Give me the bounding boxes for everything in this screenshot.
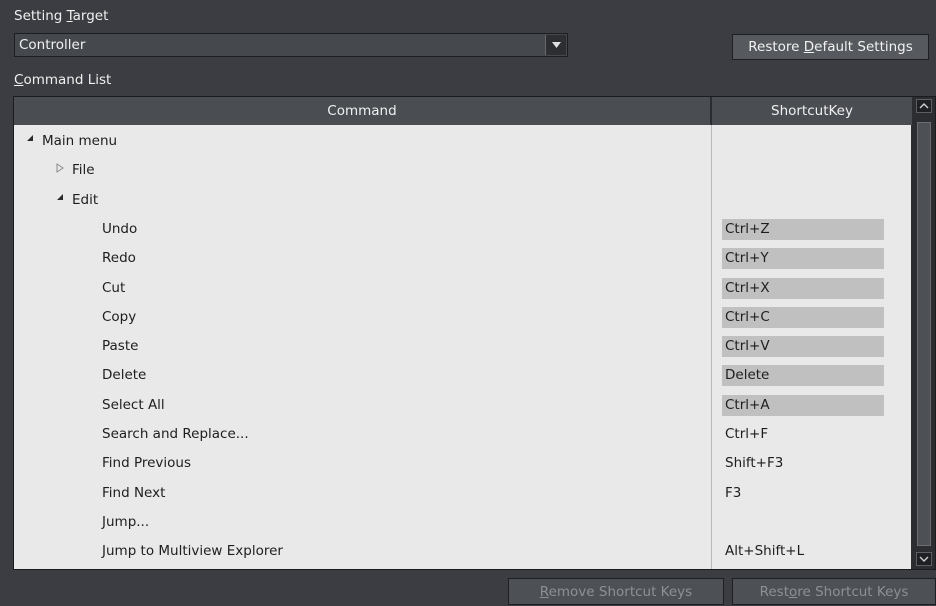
command-name: Find Next <box>102 484 166 501</box>
command-name: Jump to Multiview Explorer <box>102 543 283 560</box>
tree-row[interactable]: Jump to Multiview Explorer Alt+Shift+L <box>14 537 911 566</box>
shortcut-key-cell[interactable] <box>722 131 884 152</box>
tree-row[interactable]: Edit <box>14 186 911 215</box>
command-name: Copy <box>102 308 137 325</box>
shortcut-key-cell[interactable] <box>722 190 884 211</box>
shortcut-key-cell[interactable]: F3 <box>722 483 884 504</box>
shortcut-key-cell[interactable]: Alt+Shift+L <box>722 541 884 562</box>
tree-row[interactable]: Jump... <box>14 508 911 537</box>
restore-shortcut-keys-button[interactable]: Restore Shortcut Keys <box>732 578 936 605</box>
scrollbar-thumb[interactable] <box>917 122 931 546</box>
triangle-expanded-icon[interactable] <box>56 193 64 204</box>
setting-target-dropdown[interactable]: Controller <box>14 33 568 57</box>
command-name: Cut <box>102 279 126 296</box>
tree-row[interactable]: Search and Replace... Ctrl+F <box>14 420 911 449</box>
tree-row[interactable]: Redo Ctrl+Y <box>14 244 911 273</box>
restore-default-settings-button[interactable]: Restore Default Settings <box>732 34 929 60</box>
setting-target-label: Setting Target <box>14 8 109 24</box>
tree-row[interactable]: Main menu <box>14 127 911 156</box>
command-name: Find Previous <box>102 455 192 472</box>
tree-row[interactable]: Paste Ctrl+V <box>14 332 911 361</box>
command-name: Edit <box>72 191 99 208</box>
dropdown-arrow-icon[interactable] <box>545 35 566 55</box>
tree-row[interactable]: Copy Ctrl+C <box>14 303 911 332</box>
tree-row[interactable]: Undo Ctrl+Z <box>14 215 911 244</box>
tree-row[interactable]: Find Previous Shift+F3 <box>14 449 911 478</box>
shortcut-key-cell[interactable]: Shift+F3 <box>722 453 884 474</box>
shortcut-key-cell[interactable]: Ctrl+F <box>722 424 884 445</box>
setting-target-value: Controller <box>19 37 86 53</box>
shortcut-key-cell[interactable]: Ctrl+X <box>722 277 884 299</box>
remove-shortcut-keys-button[interactable]: Remove Shortcut Keys <box>508 578 724 605</box>
shortcut-key-cell[interactable]: Ctrl+Z <box>722 218 884 240</box>
tree-row[interactable]: File <box>14 156 911 185</box>
scroll-down-icon[interactable] <box>916 552 932 566</box>
shortcut-key-cell[interactable]: Ctrl+C <box>722 306 884 328</box>
command-name: File <box>72 162 95 179</box>
shortcut-key-cell[interactable]: Delete <box>722 365 884 387</box>
triangle-expanded-icon[interactable] <box>26 134 34 145</box>
tree-row[interactable]: Find Next F3 <box>14 479 911 508</box>
scroll-up-icon[interactable] <box>916 99 932 113</box>
vertical-scrollbar[interactable] <box>913 97 935 569</box>
command-name: Delete <box>102 367 147 384</box>
command-name: Undo <box>102 220 138 237</box>
column-header-command[interactable]: Command <box>14 97 711 125</box>
shortcut-key-cell[interactable]: Ctrl+A <box>722 394 884 416</box>
shortcut-key-cell[interactable]: Ctrl+V <box>722 336 884 358</box>
command-name: Select All <box>102 396 165 413</box>
command-list-grid[interactable]: Command ShortcutKey Main menu File Edit Und… <box>13 96 936 570</box>
column-header-shortcutkey[interactable]: ShortcutKey <box>712 97 912 125</box>
command-list-label: Command List <box>14 72 112 88</box>
command-name: Search and Replace... <box>102 426 249 442</box>
triangle-collapsed-icon[interactable] <box>56 163 64 176</box>
shortcut-key-cell[interactable]: Ctrl+Y <box>722 248 884 270</box>
shortcut-key-cell[interactable] <box>722 512 884 533</box>
command-name: Paste <box>102 338 139 355</box>
shortcut-key-cell[interactable] <box>722 160 884 181</box>
command-name: Redo <box>102 250 136 267</box>
tree-row[interactable]: Cut Ctrl+X <box>14 274 911 303</box>
tree-row[interactable]: Delete Delete <box>14 361 911 390</box>
command-name: Main menu <box>42 133 118 149</box>
tree-row[interactable]: Select All Ctrl+A <box>14 391 911 420</box>
command-name: Jump... <box>102 513 150 530</box>
command-tree: Main menu File Edit Undo Ctrl+Z Redo Ctrl+Y Cut… <box>14 125 911 569</box>
